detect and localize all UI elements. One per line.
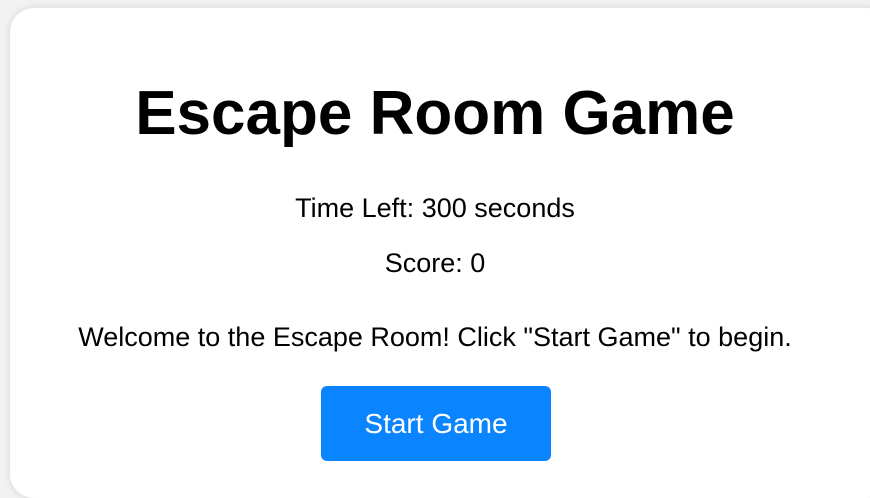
- timer-value: 300: [421, 193, 467, 223]
- timer-label: Time Left:: [295, 193, 415, 223]
- start-game-button[interactable]: Start Game: [321, 386, 551, 461]
- game-container: Escape Room Game Time Left: 300 seconds …: [0, 0, 870, 475]
- score-label: Score:: [384, 248, 463, 278]
- page-title: Escape Room Game: [135, 79, 735, 148]
- welcome-message: Welcome to the Escape Room! Click "Start…: [78, 322, 792, 352]
- score-display: Score: 0: [0, 247, 870, 279]
- timer-display: Time Left: 300 seconds: [0, 192, 870, 224]
- score-value: 0: [470, 248, 486, 278]
- timer-unit: seconds: [474, 193, 575, 223]
